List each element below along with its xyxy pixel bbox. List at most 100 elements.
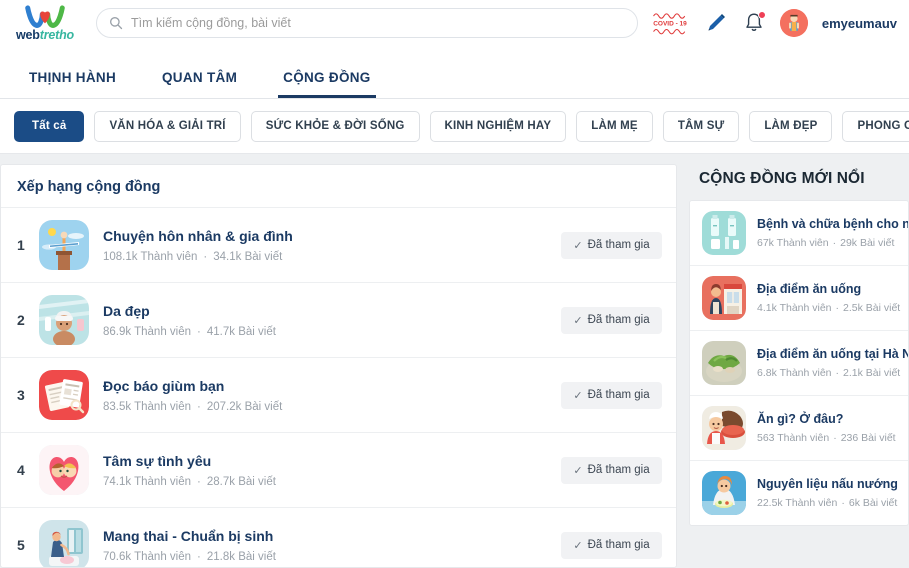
avatar[interactable] [779,9,808,37]
post-count: 236 Bài viết [840,432,896,444]
logo-text-part1: web [16,27,40,42]
post-count: 21.8k Bài viết [206,550,276,563]
webtretho-heart-logo [25,4,65,28]
chip-phong-cach-song[interactable]: PHONG CÁCH SỐNG [842,110,909,142]
member-count: 67k Thành viên [757,237,829,249]
table-row[interactable]: 3 Đọc báo giùm bạn 83.5k Thành viên · 20… [1,357,676,432]
logo[interactable]: webtretho [8,4,82,42]
list-item[interactable]: Bệnh và chữa bệnh cho ng 67k Thành viên ·… [690,201,908,265]
search-container [96,8,638,38]
post-count: 2.1k Bài viết [843,367,901,379]
joined-label: Đã tham gia [587,239,650,251]
rank-number: 5 [17,537,25,553]
rank-number: 1 [17,237,25,253]
tab-quan-tam[interactable]: QUAN TÂM [160,70,239,98]
main-tabbar: THỊNH HÀNH QUAN TÂM CỘNG ĐỒNG [0,46,909,99]
app-header: webtretho COVID - 19 [0,0,909,46]
meta-separator: · [197,400,201,413]
username-label[interactable]: emyeumauv [822,16,897,31]
community-name: Ăn gì? Ở đâu? [757,412,844,426]
community-name: Da đẹp [103,302,150,319]
tab-thinh-hanh[interactable]: THỊNH HÀNH [27,70,118,98]
rank-number: 3 [17,387,25,403]
community-info: Tâm sự tình yêu 74.1k Thành viên · 28.7k B… [103,453,561,488]
table-row[interactable]: 4 Tâm sự tình yêu 74.1k Thành viên · 28.7k… [1,432,676,507]
community-meta: 67k Thành viên · 29k Bài viết [757,237,900,249]
skincare-woman-thumb [39,295,89,345]
page-content: Xếp hạng cộng đồng 1 Chuyện hôn nhân & g… [0,154,909,568]
community-name: Đọc báo giùm bạn [103,377,225,394]
table-row[interactable]: 2 Da đẹp 86.9k Thành viên · 41.7k Bài vi… [1,282,676,357]
chef-food-thumb [702,406,746,450]
member-count: 70.6k Thành viên [103,550,192,563]
community-name: Chuyện hôn nhân & gia đình [103,227,293,244]
joined-button[interactable]: ✓ Đã tham gia [561,231,662,259]
check-icon: ✓ [573,239,583,252]
member-count: 563 Thành viên [757,432,830,444]
medical-bottles-thumb [702,211,746,255]
member-count: 6.8k Thành viên [757,367,832,379]
notification-bell-button[interactable] [742,11,766,35]
chip-lam-dep[interactable]: LÀM ĐẸP [749,110,833,142]
covid-19-icon[interactable]: COVID - 19 [650,10,690,36]
chip-tam-su[interactable]: TÂM SỰ [662,110,740,142]
post-count: 29k Bài viết [840,237,895,249]
chip-tat-ca[interactable]: Tất cả [14,110,85,142]
category-chipbar: Tất cả VĂN HÓA & GIẢI TRÍ SỨC KHỎE & ĐỜI… [0,99,909,154]
list-item[interactable]: Địa điểm ăn uống tại Hà N 6.8k Thành viê… [690,330,908,395]
meta-separator: · [197,475,201,488]
chip-van-hoa-giai-tri[interactable]: VĂN HÓA & GIẢI TRÍ [94,110,241,142]
community-info: Chuyện hôn nhân & gia đình 108.1k Thành … [103,228,561,263]
joined-button[interactable]: ✓ Đã tham gia [561,456,662,484]
green-food-thumb [702,341,746,385]
check-icon: ✓ [573,539,583,552]
pencil-icon[interactable] [704,11,728,35]
community-name: Tâm sự tình yêu [103,452,212,469]
meta-separator: · [832,237,837,249]
community-info: Địa điểm ăn uống 4.1k Thành viên · 2.5k Bà… [757,282,900,314]
search-input[interactable] [131,16,625,30]
community-name: Địa điểm ăn uống tại Hà N [757,347,909,361]
joined-button[interactable]: ✓ Đã tham gia [561,306,662,334]
list-item[interactable]: Ăn gì? Ở đâu? 563 Thành viên · 236 Bài viế… [690,395,908,460]
post-count: 6k Bài viết [848,497,898,509]
list-item[interactable]: Nguyên liệu nấu nướng 22.5k Thành viên · 6… [690,460,908,525]
meta-separator: · [835,302,840,314]
restaurant-front-thumb [702,276,746,320]
community-meta: 108.1k Thành viên · 34.1k Bài viết [103,251,561,263]
joined-label: Đã tham gia [587,314,650,326]
community-name: Địa điểm ăn uống [757,282,862,296]
member-count: 108.1k Thành viên [103,250,198,263]
community-meta: 22.5k Thành viên · 6k Bài viết [757,497,900,509]
community-info: Đọc báo giùm bạn 83.5k Thành viên · 207.2k… [103,378,561,413]
pregnancy-thumb [39,520,89,567]
table-row[interactable]: 5 Mang thai - Chuẩn bị sinh 70.6k Thành … [1,507,676,567]
search-box[interactable] [96,8,638,38]
chip-lam-me[interactable]: LÀM MẸ [576,110,653,142]
emerging-communities-panel: CỘNG ĐỒNG MỚI NỔI Bệnh và chữa bệnh cho … [689,164,909,568]
joined-label: Đã tham gia [587,464,650,476]
list-item[interactable]: Địa điểm ăn uống 4.1k Thành viên · 2.5k Bà… [690,265,908,330]
joined-button[interactable]: ✓ Đã tham gia [561,381,662,409]
community-info: Bệnh và chữa bệnh cho ng 67k Thành viên ·… [757,217,908,249]
man-on-podium-thumb [39,220,89,270]
community-ranking-panel: Xếp hạng cộng đồng 1 Chuyện hôn nhân & g… [0,164,677,568]
member-count: 74.1k Thành viên [103,475,192,488]
user-avatar-icon [779,9,808,37]
tab-cong-dong[interactable]: CỘNG ĐỒNG [278,70,377,98]
member-count: 4.1k Thành viên [757,302,832,314]
meta-separator: · [835,367,840,379]
community-meta: 83.5k Thành viên · 207.2k Bài viết [103,401,561,413]
joined-button[interactable]: ✓ Đã tham gia [561,531,662,559]
chip-suc-khoe-doi-song[interactable]: SỨC KHỎE & ĐỜI SỐNG [250,110,420,142]
page-title: Xếp hạng cộng đồng [17,179,161,195]
community-info: Nguyên liệu nấu nướng 22.5k Thành viên · 6… [757,477,900,509]
member-count: 22.5k Thành viên [757,497,838,509]
cooking-woman-thumb [702,471,746,515]
table-row[interactable]: 1 Chuyện hôn nhân & gia đình 108.1k Thàn… [1,207,676,282]
check-icon: ✓ [573,389,583,402]
community-meta: 6.8k Thành viên · 2.1k Bài viết [757,367,900,379]
couple-heart-thumb [39,445,89,495]
chip-kinh-nghiem-hay[interactable]: KINH NGHIỆM HAY [429,110,567,142]
sidebar-title: CỘNG ĐỒNG MỚI NỔI [699,170,865,187]
